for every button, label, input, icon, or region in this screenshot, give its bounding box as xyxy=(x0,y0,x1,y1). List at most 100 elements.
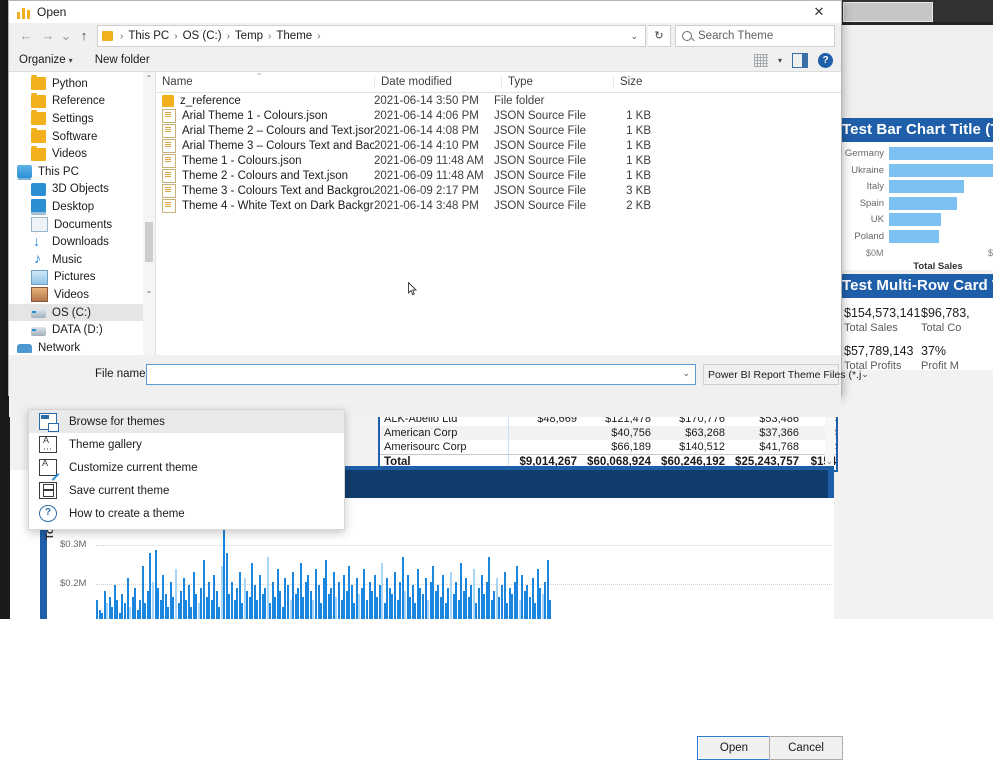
recent-locations-icon[interactable]: ⌄ xyxy=(59,25,73,47)
help-icon[interactable]: ? xyxy=(818,52,833,68)
folder-icon xyxy=(162,94,174,107)
tree-item-pictures[interactable]: Pictures xyxy=(9,269,155,287)
file-type-cell: JSON Source File xyxy=(494,139,587,152)
file-date-cell: 2021-06-09 11:48 AM xyxy=(374,169,484,182)
file-size-cell: 1 KB xyxy=(626,139,651,152)
tree-item-python[interactable]: Python xyxy=(9,75,155,93)
bar-chart-bar[interactable] xyxy=(889,163,993,177)
dialog-navigation-bar: ← → ⌄ ↑ › This PC › OS (C:) › Temp › The… xyxy=(9,23,841,49)
tree-item-desktop[interactable]: Desktop xyxy=(9,198,155,216)
bar-chart-bar[interactable] xyxy=(889,229,940,243)
chevron-down-icon[interactable]: ⌄ xyxy=(623,31,645,42)
new-folder-button[interactable]: New folder xyxy=(95,54,150,66)
menu-item-theme-gallery[interactable]: Theme gallery xyxy=(29,433,344,456)
tree-scrollbar[interactable]: ⌃ ⌄ xyxy=(143,72,155,355)
file-size-cell: 1 KB xyxy=(626,124,651,137)
table-row[interactable]: American Corp$40,756$63,268$37,366$141,3… xyxy=(380,426,836,440)
bar-chart-bar[interactable] xyxy=(889,147,993,160)
tree-item-videos[interactable]: Videos xyxy=(9,286,155,304)
file-name-text: z_reference xyxy=(180,94,241,107)
tree-item-documents[interactable]: Documents xyxy=(9,216,155,234)
chevron-down-icon[interactable]: ⌄ xyxy=(143,286,155,295)
menu-item-save-current-theme[interactable]: Save current theme xyxy=(29,479,344,502)
bar-chart-row[interactable]: Italy xyxy=(838,179,993,194)
file-list-item[interactable]: Theme 1 - Colours.json 2021-06-09 11:48 A… xyxy=(156,153,841,168)
tree-item-settings[interactable]: Settings xyxy=(9,110,155,128)
bar-chart-bar[interactable] xyxy=(889,213,942,227)
open-button[interactable]: Open xyxy=(697,736,771,760)
bar-chart-bar[interactable] xyxy=(889,180,964,194)
bar-chart-row[interactable]: Poland xyxy=(838,229,993,244)
back-icon[interactable]: ← xyxy=(15,25,37,47)
chevron-up-icon[interactable]: ⌃ xyxy=(143,74,155,83)
tree-item-3d-objects[interactable]: 3D Objects xyxy=(9,181,155,199)
menu-item-browse-for-themes[interactable]: Browse for themes xyxy=(29,410,344,433)
table-cell-value: $66,189 xyxy=(611,441,651,453)
multi-row-card-visual[interactable]: Test Multi-Row Card Tit $154,573,141Tota… xyxy=(838,274,993,372)
tree-item-videos[interactable]: Videos xyxy=(9,145,155,163)
theme-dropdown-menu[interactable]: Browse for themes Theme gallery Customize … xyxy=(28,409,345,530)
folder-icon xyxy=(31,92,46,108)
chevron-down-icon[interactable]: ⌄ xyxy=(682,368,690,379)
navigation-tree[interactable]: Python Reference Settings Software Videos Thi… xyxy=(9,72,155,355)
tree-item-os-c[interactable]: OS (C:) xyxy=(9,303,155,322)
tree-item-software[interactable]: Software xyxy=(9,128,155,146)
bar-chart-row[interactable]: UK xyxy=(838,212,993,227)
file-list-item[interactable]: Arial Theme 2 – Colours and Text.json 202… xyxy=(156,123,841,138)
tree-item-data-d[interactable]: DATA (D:) xyxy=(9,321,155,339)
column-header-size[interactable]: Size xyxy=(613,76,678,88)
breadcrumb-separator: › xyxy=(317,30,321,42)
bar-chart-row[interactable]: Germany xyxy=(838,146,993,161)
powerbi-canvas-top xyxy=(838,25,993,118)
menu-item-how-to-create-a-theme[interactable]: ? How to create a theme xyxy=(29,502,344,525)
file-type-cell: JSON Source File xyxy=(494,124,587,137)
column-header-type[interactable]: Type xyxy=(501,76,613,88)
column-header-name[interactable]: Name xyxy=(156,76,374,88)
file-name-field[interactable]: ⌄ xyxy=(146,364,696,385)
bar-chart-visual[interactable]: Test Bar Chart Title (Top 10 Germany Ukra… xyxy=(838,118,993,272)
file-name-cell: Theme 1 - Colours.json xyxy=(156,153,374,168)
file-list-item[interactable]: z_reference 2021-06-14 3:50 PM File folder xyxy=(156,93,841,108)
file-list-item[interactable]: Theme 3 - Colours Text and Background.js… xyxy=(156,183,841,198)
powerbi-window-tab[interactable] xyxy=(843,2,933,22)
search-input[interactable]: Search Theme xyxy=(675,25,835,47)
file-list-item[interactable]: Arial Theme 1 - Colours.json 2021-06-14 4… xyxy=(156,108,841,123)
tree-item-music[interactable]: Music xyxy=(9,250,155,269)
refresh-icon[interactable]: ↻ xyxy=(648,25,671,47)
file-date-cell: 2021-06-14 4:06 PM xyxy=(374,109,479,122)
tree-item-network[interactable]: Network xyxy=(9,339,155,355)
folder-icon xyxy=(102,31,113,41)
forward-icon[interactable]: → xyxy=(37,25,59,47)
breadcrumb[interactable]: › This PC › OS (C:) › Temp › Theme › ⌄ xyxy=(97,25,646,47)
tree-item-this-pc[interactable]: This PC xyxy=(9,163,155,181)
tree-scrollbar-thumb[interactable] xyxy=(145,222,153,262)
tree-item-reference[interactable]: Reference xyxy=(9,92,155,111)
file-type-select[interactable]: Power BI Report Theme Files (*.j ⌄ xyxy=(703,364,869,385)
preview-pane-icon[interactable] xyxy=(792,52,808,68)
file-name-input[interactable] xyxy=(147,365,695,384)
organize-button[interactable]: Organize ▾ xyxy=(19,54,73,66)
bar-chart-row[interactable]: Spain xyxy=(838,196,993,211)
table-row[interactable]: Amerisourc Corp$66,189$140,512$41,768$24… xyxy=(380,440,836,455)
chevron-down-icon[interactable]: ▾ xyxy=(778,56,782,65)
close-icon[interactable]: ✕ xyxy=(797,1,841,23)
up-icon[interactable]: ↑ xyxy=(73,25,95,47)
column-chart-bar[interactable] xyxy=(549,600,552,619)
bar-chart-row[interactable]: Ukraine xyxy=(838,163,993,178)
file-list-item[interactable]: Theme 2 - Colours and Text.json 2021-06-0… xyxy=(156,168,841,183)
column-header-date[interactable]: Date modified xyxy=(374,76,501,88)
dialog-command-bar: Organize ▾ New folder ▾ ? xyxy=(9,49,841,71)
bar-chart-bar[interactable] xyxy=(889,196,958,210)
breadcrumb-item-os-c[interactable]: OS (C:) xyxy=(181,30,224,42)
breadcrumb-item-temp[interactable]: Temp xyxy=(233,30,265,42)
file-list-item[interactable]: Arial Theme 3 – Colours Text and Backgro… xyxy=(156,138,841,153)
tree-item-downloads[interactable]: Downloads xyxy=(9,233,155,251)
breadcrumb-item-this-pc[interactable]: This PC xyxy=(126,30,171,42)
file-list-item[interactable]: Theme 4 - White Text on Dark Background.… xyxy=(156,198,841,213)
chevron-down-icon[interactable]: ⌄ xyxy=(825,457,834,466)
menu-item-customize-current-theme[interactable]: Customize current theme xyxy=(29,456,344,479)
breadcrumb-item-theme[interactable]: Theme xyxy=(274,30,314,42)
cancel-button[interactable]: Cancel xyxy=(769,736,843,760)
view-options-icon[interactable] xyxy=(753,53,768,67)
file-list[interactable]: Name Date modified Type Size ⌃ z_referen… xyxy=(156,72,841,355)
